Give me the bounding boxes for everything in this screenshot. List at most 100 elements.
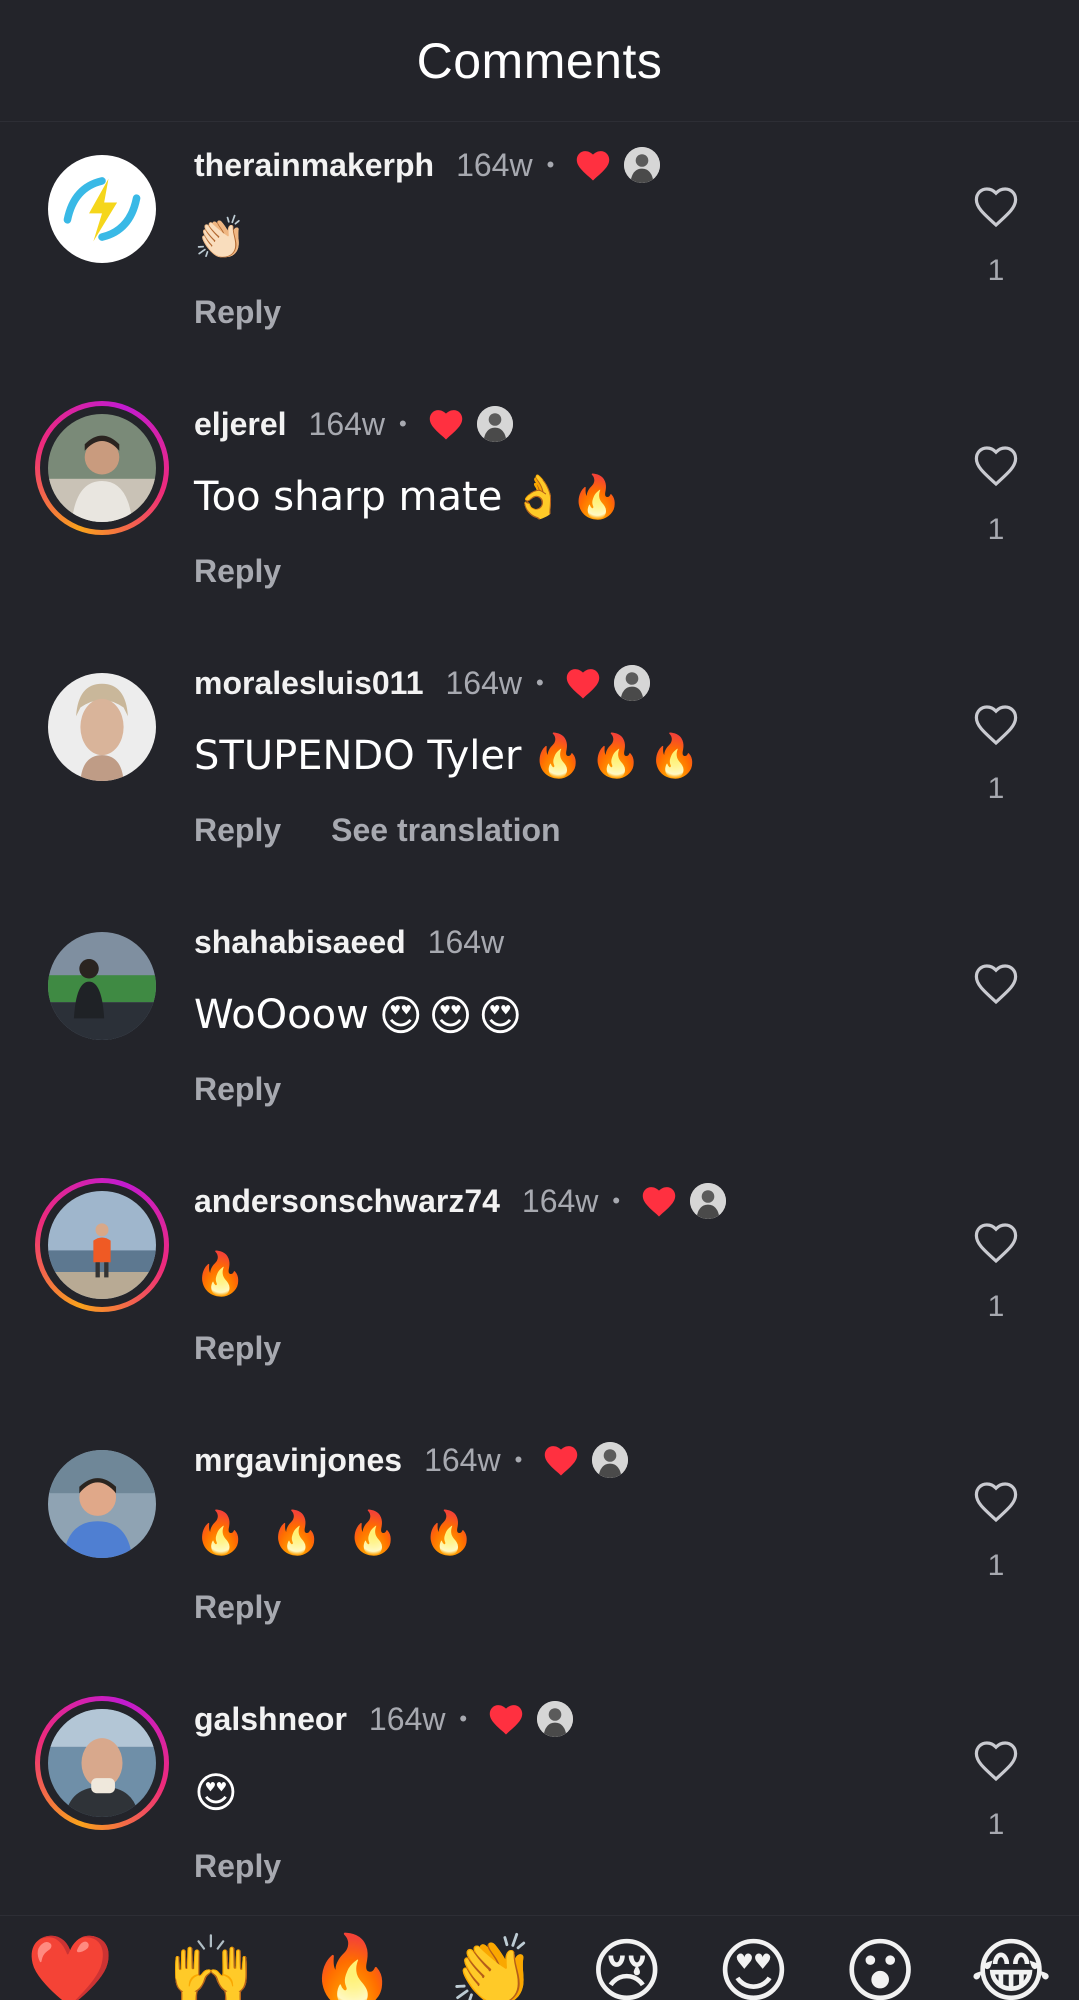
emoji: 😍 xyxy=(194,1767,238,1817)
emoji: 🔥 xyxy=(346,1508,399,1557)
like-count: 1 xyxy=(987,254,1005,287)
reaction-heart[interactable]: ❤️ xyxy=(27,1936,114,2000)
comment-actions: Reply xyxy=(194,1585,281,1629)
username[interactable]: moralesluis011 xyxy=(194,665,423,702)
avatar-image xyxy=(48,673,156,781)
liked-by-author xyxy=(427,406,513,442)
timestamp: 164w xyxy=(521,1182,599,1219)
comment-meta: galshneor 164w • xyxy=(194,1694,574,1744)
comment-meta: moralesluis011 164w • xyxy=(194,658,650,708)
heart-outline-icon[interactable] xyxy=(971,1479,1021,1523)
reply-button[interactable]: Reply xyxy=(194,1330,281,1367)
heart-outline-icon[interactable] xyxy=(971,702,1021,746)
like-column: 1 xyxy=(966,443,1026,547)
see-translation-button[interactable]: See translation xyxy=(331,812,560,849)
separator-dot: • xyxy=(459,1706,468,1731)
author-avatar xyxy=(690,1183,727,1219)
avatar[interactable] xyxy=(35,1437,169,1571)
comment-meta: shahabisaeed 164w xyxy=(194,917,504,967)
comment-body: STUPENDO Tyler xyxy=(194,733,522,779)
author-avatar xyxy=(592,1442,629,1478)
reply-button[interactable]: Reply xyxy=(194,553,281,590)
reply-button[interactable]: Reply xyxy=(194,812,281,849)
avatar-story-ring[interactable] xyxy=(35,1696,169,1830)
separator-dot: • xyxy=(514,1447,523,1472)
heart-outline-icon[interactable] xyxy=(971,184,1021,228)
comment-text: 👏🏻 xyxy=(194,208,252,268)
heart-outline-icon[interactable] xyxy=(971,961,1021,1005)
emoji: 👌 xyxy=(512,472,565,521)
comment-actions: Reply xyxy=(194,549,281,593)
comments-screen: Comments therainmakerph 164w • 👏🏻 Reply … xyxy=(0,0,1079,2000)
liked-by-author xyxy=(564,665,650,701)
avatar[interactable] xyxy=(35,660,169,794)
comment-item: moralesluis011 164w • STUPENDO Tyler 🔥 🔥… xyxy=(0,640,1079,899)
username[interactable]: andersonschwarz74 xyxy=(194,1183,500,1220)
comment-actions: Reply See translation xyxy=(194,808,561,852)
comments-header: Comments xyxy=(0,0,1079,122)
like-column: 1 xyxy=(966,1738,1026,1842)
like-count: 1 xyxy=(987,1808,1005,1841)
like-column: 1 xyxy=(966,184,1026,288)
avatar[interactable] xyxy=(35,919,169,1053)
comment-item: eljerel 164w • Too sharp mate 👌 🔥 Reply … xyxy=(0,381,1079,640)
emoji: 🔥 xyxy=(194,1249,247,1298)
like-column: 1 xyxy=(966,1479,1026,1583)
reaction-heart-eyes[interactable]: 😍 xyxy=(717,1936,790,2000)
heart-outline-icon[interactable] xyxy=(971,1738,1021,1782)
liked-by-author xyxy=(640,1183,727,1219)
emoji: 👏🏻 xyxy=(194,213,247,262)
comment-item: andersonschwarz74 164w • 🔥 Reply 1 xyxy=(0,1158,1079,1417)
reply-button[interactable]: Reply xyxy=(194,1848,281,1885)
like-count: 1 xyxy=(987,1290,1005,1323)
comment-item: shahabisaeed 164w WoOoow 😍 😍 😍 Reply xyxy=(0,899,1079,1158)
avatar-story-ring[interactable] xyxy=(35,1178,169,1312)
reaction-cry[interactable]: 😢 xyxy=(590,1936,663,2000)
reaction-laugh[interactable]: 😂 xyxy=(970,1936,1052,2000)
heart-filled-icon xyxy=(429,410,462,440)
comment-item: mrgavinjones 164w • 🔥 🔥 🔥 🔥 Reply 1 xyxy=(0,1417,1079,1676)
reaction-raised-hands[interactable]: 🙌 xyxy=(168,1936,255,2000)
username[interactable]: galshneor xyxy=(194,1701,347,1738)
username[interactable]: therainmakerph xyxy=(194,147,434,184)
like-column: 1 xyxy=(966,1220,1026,1324)
username[interactable]: eljerel xyxy=(194,406,287,443)
emoji: 🔥 xyxy=(531,731,584,780)
reply-button[interactable]: Reply xyxy=(194,294,281,331)
emoji: 🔥 xyxy=(194,1508,247,1557)
reply-button[interactable]: Reply xyxy=(194,1589,281,1626)
emoji: 🔥 xyxy=(589,731,643,780)
reply-button[interactable]: Reply xyxy=(194,1071,281,1108)
heart-outline-icon[interactable] xyxy=(971,443,1021,487)
liked-by-author xyxy=(542,1442,629,1478)
comment-body: WoOoow xyxy=(194,992,369,1038)
reaction-fire[interactable]: 🔥 xyxy=(309,1936,396,2000)
emoji: 😍 xyxy=(378,990,423,1040)
timestamp: 164w xyxy=(308,405,386,442)
heart-filled-icon xyxy=(489,1705,523,1735)
avatar-image xyxy=(48,414,156,522)
avatar-image xyxy=(48,1191,156,1299)
like-column xyxy=(966,961,1026,1005)
timestamp: 164w xyxy=(427,923,505,960)
comment-actions: Reply xyxy=(194,1067,281,1111)
author-avatar xyxy=(537,1701,574,1737)
username[interactable]: mrgavinjones xyxy=(194,1442,402,1479)
avatar[interactable] xyxy=(35,142,169,276)
avatar-story-ring[interactable] xyxy=(35,401,169,535)
reaction-surprised[interactable]: 😮 xyxy=(844,1936,917,2000)
username[interactable]: shahabisaeed xyxy=(194,924,406,961)
comment-meta: eljerel 164w • xyxy=(194,399,513,449)
separator-dot: • xyxy=(612,1188,621,1213)
heart-outline-icon[interactable] xyxy=(971,1220,1021,1264)
comment-text: 😍 xyxy=(194,1762,244,1822)
comment-item: therainmakerph 164w • 👏🏻 Reply 1 xyxy=(0,122,1079,381)
comment-text: STUPENDO Tyler 🔥 🔥 🔥 xyxy=(194,726,706,786)
separator-dot: • xyxy=(399,411,407,436)
reaction-clap[interactable]: 👏 xyxy=(449,1936,536,2000)
page-title: Comments xyxy=(416,32,663,89)
author-avatar xyxy=(624,147,661,183)
emoji: 🔥 xyxy=(270,1508,323,1557)
timestamp: 164w xyxy=(456,146,533,183)
heart-filled-icon xyxy=(642,1187,676,1217)
